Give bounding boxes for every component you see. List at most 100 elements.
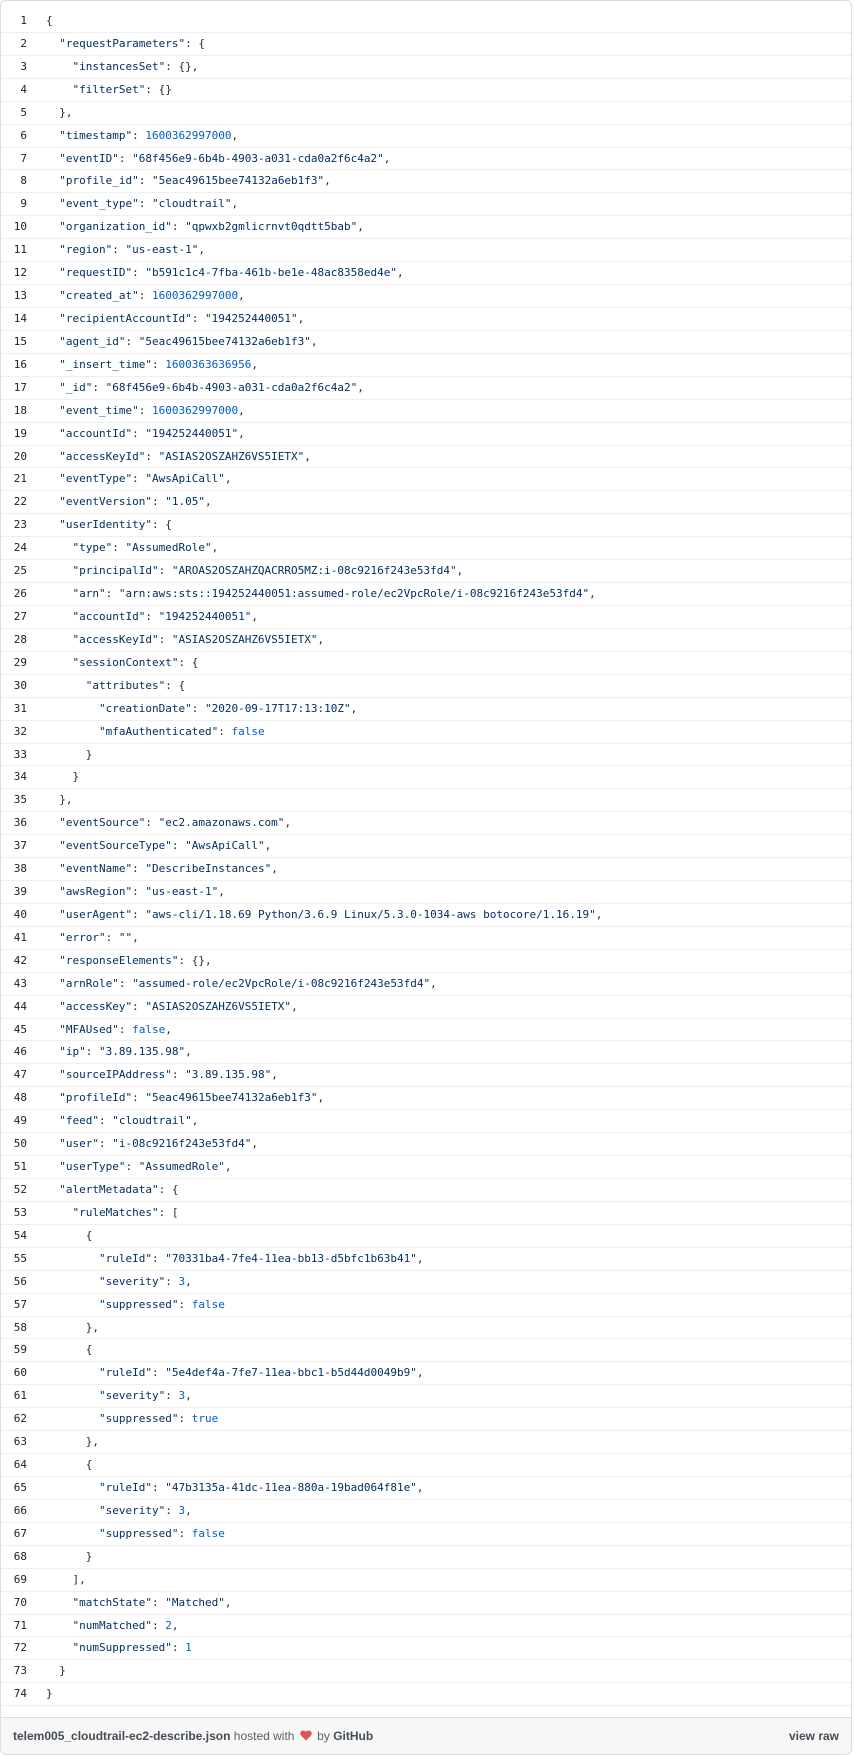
line-number[interactable]: 49 [1,1110,27,1133]
file-name-link[interactable]: telem005_cloudtrail-ec2-describe.json [13,1729,230,1743]
json-key: "accountId" [72,609,146,623]
line-number[interactable]: 7 [1,148,27,171]
line-number[interactable]: 31 [1,698,27,721]
line-code: "creationDate": "2020-09-17T17:13:10Z", [46,698,357,721]
line-number[interactable]: 57 [1,1294,27,1317]
line-number[interactable]: 13 [1,285,27,308]
json-punctuation [46,1275,99,1288]
line-number[interactable]: 36 [1,812,27,835]
line-number[interactable]: 10 [1,216,27,239]
line-number[interactable]: 15 [1,331,27,354]
heart-icon-svg [300,1730,312,1741]
line-number[interactable]: 1 [1,10,27,33]
line-number[interactable]: 65 [1,1477,27,1500]
line-number[interactable]: 27 [1,606,27,629]
line-number[interactable]: 23 [1,514,27,537]
line-number[interactable]: 70 [1,1592,27,1615]
json-key: "severity" [98,1274,166,1288]
line-number[interactable]: 62 [1,1408,27,1431]
line-number[interactable]: 20 [1,446,27,469]
json-punctuation: } [46,1664,66,1678]
line-number[interactable]: 40 [1,904,27,927]
line-number[interactable]: 53 [1,1202,27,1225]
line-number[interactable]: 19 [1,423,27,446]
line-number[interactable]: 12 [1,262,27,285]
line-number[interactable]: 72 [1,1637,27,1660]
line-number[interactable]: 66 [1,1500,27,1523]
json-punctuation: : [138,289,152,303]
line-number[interactable]: 35 [1,789,27,812]
line-number[interactable]: 48 [1,1087,27,1110]
line-number[interactable]: 5 [1,102,27,125]
line-number[interactable]: 44 [1,996,27,1019]
code-line: 43 "arnRole": "assumed-role/ec2VpcRole/i… [1,973,851,996]
line-number[interactable]: 9 [1,193,27,216]
line-number[interactable]: 14 [1,308,27,331]
line-number[interactable]: 17 [1,377,27,400]
code-line: 69 ], [1,1569,851,1592]
line-number[interactable]: 24 [1,537,27,560]
line-number[interactable]: 3 [1,56,27,79]
line-number[interactable]: 55 [1,1248,27,1271]
line-number[interactable]: 60 [1,1362,27,1385]
line-number[interactable]: 16 [1,354,27,377]
line-number[interactable]: 43 [1,973,27,996]
line-number[interactable]: 61 [1,1385,27,1408]
line-number[interactable]: 52 [1,1179,27,1202]
line-number[interactable]: 37 [1,835,27,858]
line-number[interactable]: 74 [1,1683,27,1706]
line-number[interactable]: 22 [1,491,27,514]
line-number[interactable]: 59 [1,1339,27,1362]
line-code: "accessKeyId": "ASIAS2OSZAHZ6VS5IETX", [46,446,311,469]
line-number[interactable]: 47 [1,1064,27,1087]
line-number[interactable]: 32 [1,721,27,744]
json-punctuation: }, [46,1435,99,1449]
line-number[interactable]: 54 [1,1225,27,1248]
json-key: "suppressed" [98,1297,179,1311]
json-punctuation: , [238,426,245,440]
line-number[interactable]: 30 [1,675,27,698]
line-number[interactable]: 11 [1,239,27,262]
json-punctuation: : [132,426,146,440]
json-literal: true [191,1412,219,1426]
line-number[interactable]: 6 [1,125,27,148]
line-number[interactable]: 45 [1,1019,27,1042]
line-number[interactable]: 34 [1,766,27,789]
line-number[interactable]: 73 [1,1660,27,1683]
line-number[interactable]: 18 [1,400,27,423]
code-line: 6 "timestamp": 1600362997000, [1,125,851,148]
line-number[interactable]: 51 [1,1156,27,1179]
line-number[interactable]: 8 [1,170,27,193]
line-code: "severity": 3, [46,1500,192,1523]
json-string: "194252440051" [204,311,298,325]
line-number[interactable]: 64 [1,1454,27,1477]
json-punctuation: , [324,174,331,188]
json-string: "assumed-role/ec2VpcRole/i-08c9216f243e5… [132,976,431,990]
line-number[interactable]: 38 [1,858,27,881]
line-number[interactable]: 67 [1,1523,27,1546]
line-number[interactable]: 46 [1,1041,27,1064]
line-number[interactable]: 63 [1,1431,27,1454]
line-number[interactable]: 26 [1,583,27,606]
json-key: "error" [59,930,106,944]
line-number[interactable]: 68 [1,1546,27,1569]
line-number[interactable]: 50 [1,1133,27,1156]
line-number[interactable]: 25 [1,560,27,583]
line-number[interactable]: 56 [1,1271,27,1294]
line-number[interactable]: 33 [1,744,27,767]
line-number[interactable]: 39 [1,881,27,904]
code-line: 7 "eventID": "68f456e9-6b4b-4903-a031-cd… [1,148,851,171]
line-number[interactable]: 69 [1,1569,27,1592]
line-number[interactable]: 4 [1,79,27,102]
github-link[interactable]: GitHub [333,1729,373,1743]
line-number[interactable]: 28 [1,629,27,652]
json-literal: 2 [165,1618,172,1632]
line-number[interactable]: 58 [1,1317,27,1340]
view-raw-link[interactable]: view raw [789,1718,839,1754]
line-number[interactable]: 29 [1,652,27,675]
line-number[interactable]: 2 [1,33,27,56]
line-number[interactable]: 42 [1,950,27,973]
line-number[interactable]: 21 [1,468,27,491]
line-number[interactable]: 41 [1,927,27,950]
line-number[interactable]: 71 [1,1615,27,1638]
